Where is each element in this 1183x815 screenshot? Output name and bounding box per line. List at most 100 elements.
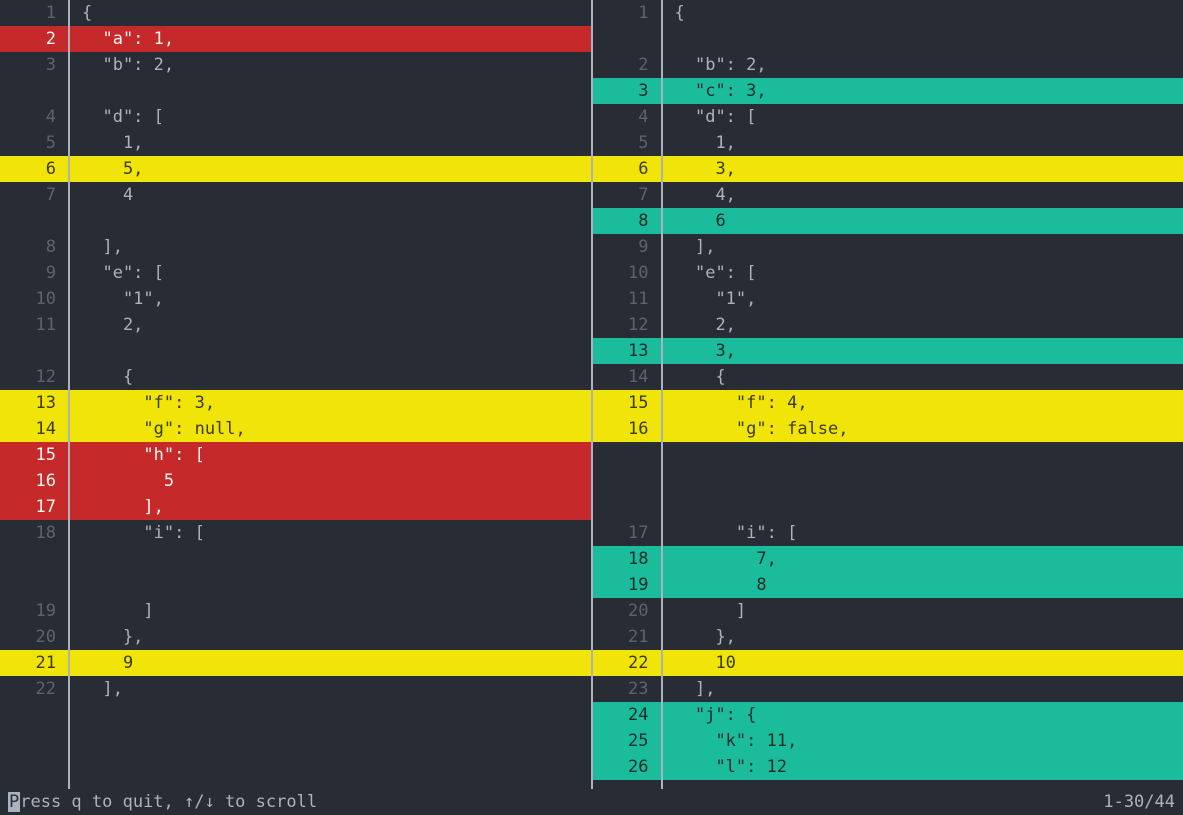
status-bar: Press q to quit, ↑/↓ to scroll 1-30/44 bbox=[0, 789, 1183, 815]
status-help-text: Press q to quit, ↑/↓ to scroll bbox=[8, 789, 317, 815]
code-text: "g": null, bbox=[68, 416, 591, 442]
line-number bbox=[0, 338, 68, 364]
left-row bbox=[0, 728, 591, 754]
code-text: 5, bbox=[68, 156, 591, 182]
left-row bbox=[0, 572, 591, 598]
right-gutter-separator bbox=[661, 0, 663, 789]
line-number: 15 bbox=[0, 442, 68, 468]
right-row: 10 "e": [ bbox=[593, 260, 1183, 286]
code-text bbox=[68, 78, 591, 104]
left-row: 13 "f": 3, bbox=[0, 390, 591, 416]
code-text bbox=[68, 338, 591, 364]
line-number: 26 bbox=[593, 754, 661, 780]
cursor-highlight: P bbox=[8, 792, 20, 812]
left-row bbox=[0, 338, 591, 364]
left-row: 18 "i": [ bbox=[0, 520, 591, 546]
right-row bbox=[593, 26, 1183, 52]
status-position: 1-30/44 bbox=[1103, 789, 1175, 815]
line-number: 16 bbox=[0, 468, 68, 494]
line-number: 4 bbox=[593, 104, 661, 130]
left-row: 11 2, bbox=[0, 312, 591, 338]
left-row: 16 5 bbox=[0, 468, 591, 494]
code-text bbox=[68, 728, 591, 754]
code-text: "g": false, bbox=[661, 416, 1183, 442]
code-text: ], bbox=[68, 234, 591, 260]
code-text bbox=[68, 702, 591, 728]
line-number: 9 bbox=[593, 234, 661, 260]
line-number: 1 bbox=[593, 0, 661, 26]
left-row bbox=[0, 546, 591, 572]
line-number bbox=[0, 754, 68, 780]
line-number: 12 bbox=[0, 364, 68, 390]
code-text: { bbox=[68, 364, 591, 390]
line-number: 12 bbox=[593, 312, 661, 338]
right-row: 16 "g": false, bbox=[593, 416, 1183, 442]
code-text: 4, bbox=[661, 182, 1183, 208]
left-row: 1{ bbox=[0, 0, 591, 26]
code-text: "j": { bbox=[661, 702, 1183, 728]
left-row: 15 "h": [ bbox=[0, 442, 591, 468]
code-text bbox=[661, 468, 1183, 494]
line-number: 5 bbox=[593, 130, 661, 156]
right-row: 22 10 bbox=[593, 650, 1183, 676]
line-number: 10 bbox=[593, 260, 661, 286]
right-row: 12 2, bbox=[593, 312, 1183, 338]
diff-container[interactable]: 1{2 "a": 1,3 "b": 2,4 "d": [5 1,6 5,7 48… bbox=[0, 0, 1183, 789]
line-number: 13 bbox=[593, 338, 661, 364]
left-row: 6 5, bbox=[0, 156, 591, 182]
left-row: 19 ] bbox=[0, 598, 591, 624]
right-row: 14 { bbox=[593, 364, 1183, 390]
code-text: 3, bbox=[661, 338, 1183, 364]
right-row: 1{ bbox=[593, 0, 1183, 26]
code-text: "i": [ bbox=[68, 520, 591, 546]
left-row: 5 1, bbox=[0, 130, 591, 156]
right-row: 23 ], bbox=[593, 676, 1183, 702]
code-text: ], bbox=[68, 494, 591, 520]
line-number: 10 bbox=[0, 286, 68, 312]
right-row: 15 "f": 4, bbox=[593, 390, 1183, 416]
code-text: 4 bbox=[68, 182, 591, 208]
code-text: ], bbox=[661, 676, 1183, 702]
right-row: 18 7, bbox=[593, 546, 1183, 572]
code-text: 9 bbox=[68, 650, 591, 676]
line-number: 20 bbox=[0, 624, 68, 650]
code-text: "f": 4, bbox=[661, 390, 1183, 416]
right-row bbox=[593, 494, 1183, 520]
code-text: "b": 2, bbox=[661, 52, 1183, 78]
line-number: 6 bbox=[0, 156, 68, 182]
line-number bbox=[0, 728, 68, 754]
left-row bbox=[0, 208, 591, 234]
code-text: "1", bbox=[68, 286, 591, 312]
code-text: { bbox=[661, 0, 1183, 26]
line-number bbox=[593, 468, 661, 494]
code-text: "d": [ bbox=[661, 104, 1183, 130]
line-number: 11 bbox=[0, 312, 68, 338]
right-row: 9 ], bbox=[593, 234, 1183, 260]
code-text bbox=[661, 26, 1183, 52]
line-number: 8 bbox=[593, 208, 661, 234]
right-pane[interactable]: 1{2 "b": 2,3 "c": 3,4 "d": [5 1,6 3,7 4,… bbox=[593, 0, 1183, 789]
left-pane[interactable]: 1{2 "a": 1,3 "b": 2,4 "d": [5 1,6 5,7 48… bbox=[0, 0, 591, 789]
line-number: 14 bbox=[593, 364, 661, 390]
line-number: 17 bbox=[593, 520, 661, 546]
line-number bbox=[0, 208, 68, 234]
left-row: 21 9 bbox=[0, 650, 591, 676]
line-number bbox=[593, 26, 661, 52]
code-text: ] bbox=[68, 598, 591, 624]
line-number bbox=[0, 702, 68, 728]
line-number: 3 bbox=[593, 78, 661, 104]
line-number: 19 bbox=[593, 572, 661, 598]
code-text: ] bbox=[661, 598, 1183, 624]
left-row bbox=[0, 754, 591, 780]
right-row: 2 "b": 2, bbox=[593, 52, 1183, 78]
line-number: 5 bbox=[0, 130, 68, 156]
code-text: 5 bbox=[68, 468, 591, 494]
code-text bbox=[661, 494, 1183, 520]
status-help-rest: ress q to quit, ↑/↓ to scroll bbox=[20, 792, 317, 812]
right-row: 21 }, bbox=[593, 624, 1183, 650]
code-text: 10 bbox=[661, 650, 1183, 676]
code-text: "k": 11, bbox=[661, 728, 1183, 754]
line-number bbox=[0, 78, 68, 104]
right-row: 6 3, bbox=[593, 156, 1183, 182]
line-number: 8 bbox=[0, 234, 68, 260]
